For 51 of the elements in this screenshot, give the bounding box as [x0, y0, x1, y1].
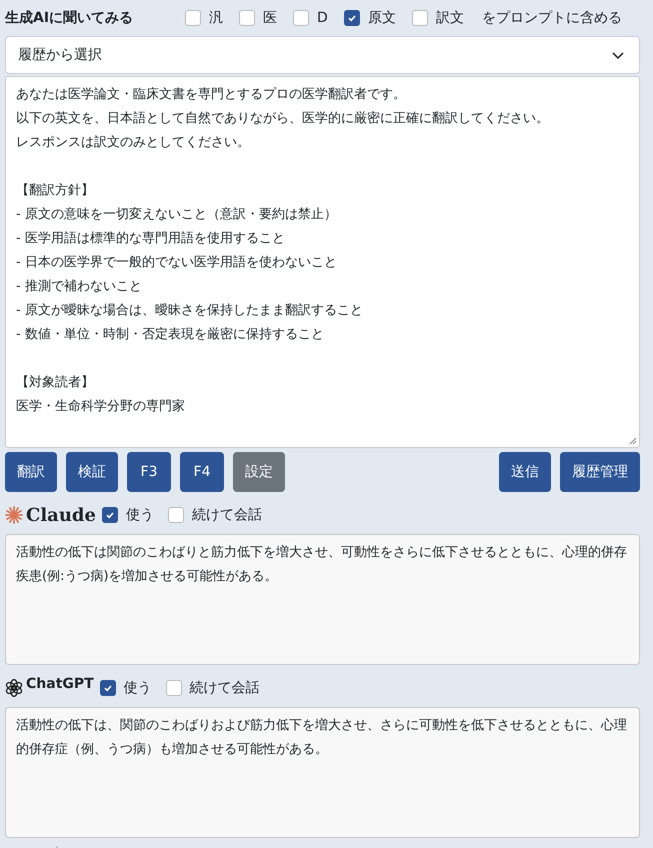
checkmark-icon: [102, 683, 113, 693]
resize-grip-icon: [629, 437, 637, 445]
checkbox-label: D: [317, 10, 328, 26]
checkbox[interactable]: [168, 507, 184, 523]
text-line: あなたは医学論文・臨床文書を専門とするプロの医学翻訳者です。: [16, 86, 406, 104]
text-line: - 日本の医学界で一般的でない医学用語を使わないこと: [16, 254, 337, 272]
section-title: 生成AIに聞いてみる: [5, 9, 134, 27]
action-button[interactable]: 翻訳: [5, 452, 57, 492]
text-line: 【翻訳方針】: [16, 182, 94, 200]
text-line: - 原文が曖昧な場合は、曖昧さを保持したまま翻訳すること: [16, 302, 363, 320]
text-line: - 医学用語は標準的な専門用語を使用すること: [16, 230, 285, 248]
action-button[interactable]: 送信: [499, 452, 551, 492]
label: をプロンプトに含める: [482, 9, 622, 27]
knot-icon: [5, 679, 23, 697]
action-button[interactable]: F3: [127, 452, 171, 492]
action-button[interactable]: 設定: [233, 452, 285, 492]
checkbox-label: 医: [263, 9, 277, 27]
text-line: レスポンスは訳文のみとしてください。: [16, 134, 250, 152]
action-button[interactable]: 履歴管理: [560, 452, 640, 492]
checkbox-label: 原文: [368, 9, 396, 27]
checkbox-label: 使う: [124, 679, 152, 697]
checkbox[interactable]: [293, 10, 309, 26]
assistant-name: Claude: [26, 504, 96, 526]
action-button[interactable]: F4: [180, 452, 224, 492]
checkbox[interactable]: [100, 680, 116, 696]
checkmark-icon: [104, 510, 115, 520]
checkbox[interactable]: [239, 10, 255, 26]
checkmark-icon: [346, 13, 357, 23]
checkbox-label: 汎: [209, 9, 223, 27]
checkbox-label: 続けて会話: [192, 506, 262, 524]
checkbox[interactable]: [412, 10, 428, 26]
text-line: 以下の英文を、日本語として自然でありながら、医学的に厳密に正確に翻訳してください。: [16, 110, 549, 128]
prompt-field[interactable]: [5, 76, 640, 448]
response-text: 活動性の低下は、関節のこわばりおよび筋力低下を増大させ、さらに可動性を低下させるとともに、心理的併存症（例、うつ病）も増加させる可能性がある。: [16, 716, 628, 759]
text-line: - 推測で補わないこと: [16, 278, 142, 296]
text-line: - 原文の意味を一切変えないこと（意訳・要約は禁止）: [16, 206, 337, 224]
response-text: 活動性の低下は関節のこわばりと筋力低下を増大させ、可動性をさらに低下させるとともに、心理的併存疾患(例:うつ病)を増加させる可能性がある。: [16, 544, 628, 586]
text-line: 【対象読者】: [16, 374, 94, 392]
text-line: 医学・生命科学分野の専門家: [16, 398, 185, 416]
checkbox[interactable]: [185, 10, 201, 26]
checkbox[interactable]: [166, 680, 182, 696]
action-button[interactable]: 検証: [66, 452, 118, 492]
assistant-name: ChatGPT: [26, 676, 94, 692]
checkbox[interactable]: [344, 10, 360, 26]
checkbox[interactable]: [102, 507, 118, 523]
text-line: - 数値・単位・時制・否定表現を厳密に保持すること: [16, 326, 324, 344]
checkbox-label: 続けて会話: [190, 679, 260, 697]
starburst-icon: [5, 506, 23, 524]
checkbox-label: 使う: [126, 506, 154, 524]
checkbox-label: 訳文: [436, 9, 464, 27]
history-dropdown[interactable]: 履歴から選択: [5, 36, 640, 74]
